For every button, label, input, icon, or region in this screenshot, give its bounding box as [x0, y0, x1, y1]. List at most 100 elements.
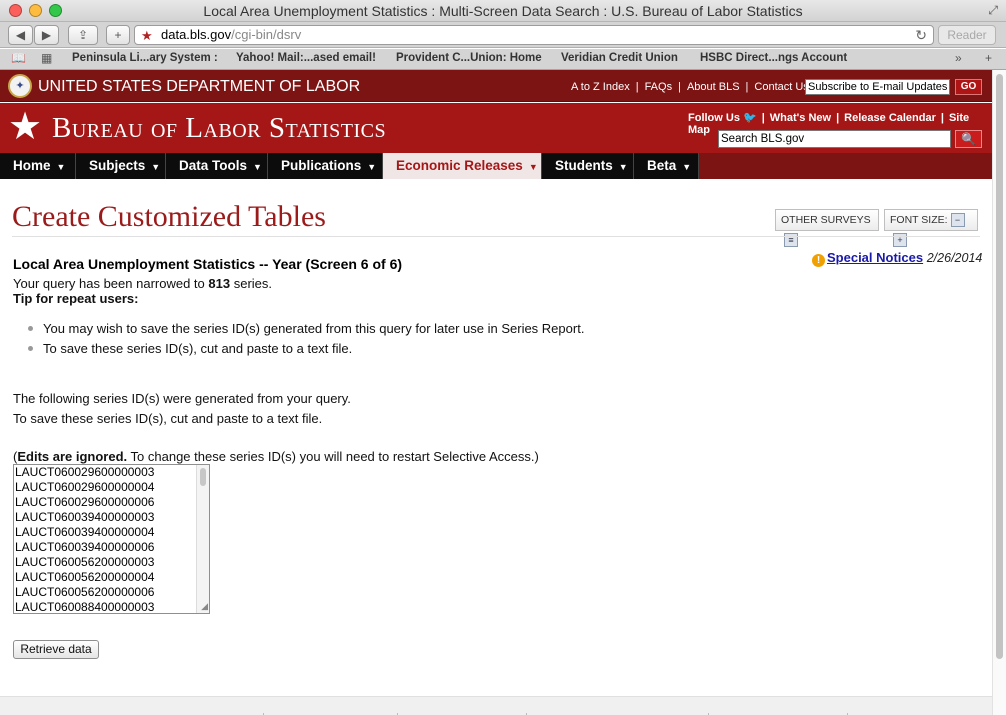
nav-beta[interactable]: Beta ▼: [634, 153, 699, 179]
list-item: LAUCT060029600000004: [15, 480, 155, 494]
window-titlebar: Local Area Unemployment Statistics : Mul…: [0, 0, 1006, 22]
release-calendar-link[interactable]: Release Calendar: [844, 112, 936, 124]
edits-rest: To change these series ID(s) you will ne…: [130, 449, 539, 464]
nav-publications[interactable]: Publications ▼: [268, 153, 383, 179]
font-size-label: FONT SIZE:: [890, 214, 948, 226]
share-icon: ⇪: [77, 28, 89, 42]
textarea-scrollbar[interactable]: [196, 465, 209, 613]
series-id-textarea[interactable]: LAUCT060029600000003 LAUCT06002960000000…: [13, 464, 210, 614]
browser-toolbar: ◀ ▶ ⇪ + ★ data.bls.gov/cgi-bin/dsrv ↻ Re…: [0, 22, 1006, 48]
font-decrease-icon[interactable]: −: [950, 213, 965, 228]
page-scrollbar[interactable]: [992, 70, 1006, 715]
page-scroll-thumb[interactable]: [996, 74, 1003, 659]
share-button[interactable]: ⇪: [68, 25, 98, 45]
forward-icon: ▶: [41, 28, 52, 42]
bullet-icon: [28, 326, 33, 331]
search-icon: 🔍: [961, 132, 976, 146]
list-item: LAUCT060029600000003: [15, 465, 155, 479]
more-bookmarks-icon[interactable]: »: [955, 51, 962, 65]
bookmark-item[interactable]: HSBC Direct...ngs Account: [700, 52, 847, 64]
bookmark-item[interactable]: Yahoo! Mail:...ased email!: [236, 52, 376, 64]
address-bar[interactable]: ★ data.bls.gov/cgi-bin/dsrv ↻: [134, 25, 934, 45]
font-size-control: FONT SIZE: −+: [884, 209, 978, 248]
whats-new-link[interactable]: What's New: [770, 112, 831, 124]
bookmark-item[interactable]: Veridian Credit Union: [561, 52, 678, 64]
nav-home-label: Home: [13, 158, 51, 173]
search-bls-input[interactable]: Search BLS.gov: [718, 130, 951, 148]
nav-subjects-label: Subjects: [89, 158, 146, 173]
chevron-down-icon: ▼: [151, 162, 161, 172]
nav-students-label: Students: [555, 158, 613, 173]
bls-favicon-icon: ★: [141, 28, 153, 43]
fullscreen-icon[interactable]: ⤢: [988, 3, 998, 18]
bls-header: ★ Bureau of Labor Statistics Follow Us 🐦…: [0, 103, 992, 153]
bookmark-item[interactable]: Peninsula Li...ary System :: [72, 52, 218, 64]
textarea-scroll-thumb[interactable]: [200, 468, 206, 486]
generated-text-2: To save these series ID(s), cut and past…: [13, 411, 323, 426]
chevron-down-icon: ▼: [367, 162, 377, 172]
dol-seal-icon[interactable]: ✦: [8, 74, 32, 98]
list-item: To save these series ID(s), cut and past…: [28, 341, 352, 356]
other-surveys-button[interactable]: OTHER SURVEYS≡: [775, 209, 879, 248]
search-button[interactable]: 🔍: [955, 130, 982, 148]
edits-bold: Edits are ignored.: [17, 449, 128, 464]
series-count: 813: [208, 276, 231, 291]
nav-data-tools[interactable]: Data Tools ▼: [166, 153, 268, 179]
query-suffix: series.: [233, 276, 273, 291]
screen-subheading: Local Area Unemployment Statistics -- Ye…: [13, 256, 403, 272]
new-tab-plus-icon[interactable]: +: [985, 51, 992, 65]
tip-text: You may wish to save the series ID(s) ge…: [43, 321, 585, 336]
chevron-down-icon: ▼: [682, 162, 692, 172]
dol-title[interactable]: UNITED STATES DEPARTMENT OF LABOR: [38, 78, 360, 96]
main-nav: Home ▼ Subjects ▼ Data Tools ▼ Publications…: [0, 153, 992, 179]
reading-list-icon[interactable]: 📖: [11, 51, 26, 65]
subscribe-go-button[interactable]: GO: [955, 79, 982, 95]
about-bls-link[interactable]: About BLS: [687, 81, 740, 93]
list-item: LAUCT060056200000004: [15, 570, 155, 584]
nav-home[interactable]: Home ▼: [0, 153, 76, 179]
list-item: LAUCT060039400000004: [15, 525, 155, 539]
reader-button[interactable]: Reader: [938, 25, 996, 45]
list-item: LAUCT060039400000003: [15, 510, 155, 524]
faqs-link[interactable]: FAQs: [645, 81, 673, 93]
list-item: LAUCT060088400000003: [15, 600, 155, 614]
follow-us-link[interactable]: Follow Us: [688, 112, 740, 124]
special-notices-link[interactable]: Special Notices: [827, 250, 923, 265]
nav-subjects[interactable]: Subjects ▼: [76, 153, 166, 179]
forward-button[interactable]: ▶: [34, 25, 59, 45]
new-tab-button[interactable]: +: [106, 25, 130, 45]
query-prefix: Your query has been narrowed to: [13, 276, 205, 291]
list-item: LAUCT060029600000006: [15, 495, 155, 509]
a-to-z-link[interactable]: A to Z Index: [571, 81, 630, 93]
back-button[interactable]: ◀: [8, 25, 33, 45]
dol-header: ✦ UNITED STATES DEPARTMENT OF LABOR A to…: [0, 70, 992, 102]
dol-top-links: A to Z Index | FAQs | About BLS | Contact Us: [571, 81, 809, 93]
contact-us-link[interactable]: Contact Us: [754, 81, 808, 93]
bookmark-item[interactable]: Provident C...Union: Home: [396, 52, 542, 64]
twitter-icon[interactable]: 🐦: [743, 112, 757, 124]
nav-economic-releases[interactable]: Economic Releases ▼: [383, 153, 542, 179]
page-title: Create Customized Tables: [12, 200, 326, 233]
chevron-down-icon: ▼: [528, 162, 538, 172]
list-item: LAUCT060056200000003: [15, 555, 155, 569]
resize-grip-icon[interactable]: ◢: [201, 601, 208, 612]
subscribe-email-input[interactable]: Subscribe to E-mail Updates: [805, 79, 950, 95]
bls-star-logo-icon[interactable]: ★: [8, 107, 42, 147]
list-item: You may wish to save the series ID(s) ge…: [28, 321, 584, 336]
web-page: ✦ UNITED STATES DEPARTMENT OF LABOR A to…: [0, 70, 992, 715]
chevron-down-icon: ▼: [253, 162, 262, 172]
warning-icon: !: [812, 254, 825, 267]
special-notices: ! Special Notices 2/26/2014: [812, 250, 982, 267]
nav-students[interactable]: Students ▼: [542, 153, 634, 179]
back-icon: ◀: [15, 28, 26, 42]
reload-icon[interactable]: ↻: [915, 26, 927, 44]
generated-text-1: The following series ID(s) were generate…: [13, 391, 351, 406]
retrieve-data-button[interactable]: Retrieve data: [13, 640, 99, 659]
tip-text: To save these series ID(s), cut and past…: [43, 341, 353, 356]
list-item: LAUCT060039400000006: [15, 540, 155, 554]
top-sites-grid-icon[interactable]: ▦: [41, 51, 52, 65]
chevron-down-icon: ▼: [56, 162, 66, 172]
nav-publications-label: Publications: [281, 158, 362, 173]
edits-note: (Edits are ignored. To change these seri…: [13, 449, 539, 464]
bls-title[interactable]: Bureau of Labor Statistics: [52, 112, 386, 145]
